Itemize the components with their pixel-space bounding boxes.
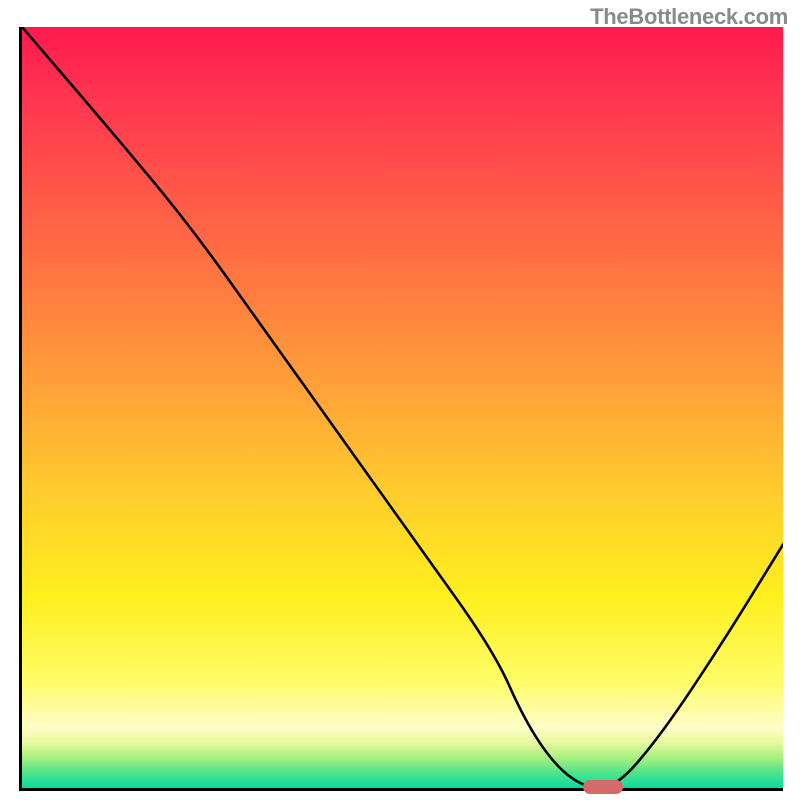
plot-area — [19, 27, 783, 791]
chart-stage: TheBottleneck.com — [0, 0, 800, 800]
bottleneck-curve — [22, 27, 783, 788]
optimal-marker — [583, 780, 623, 794]
